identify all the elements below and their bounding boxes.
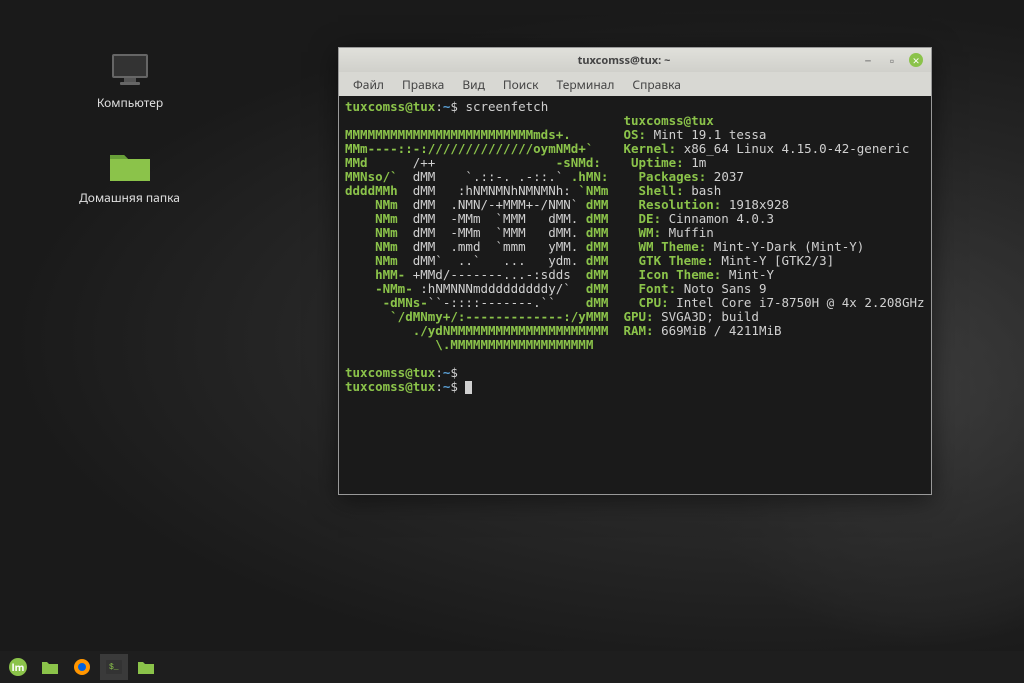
menubar: Файл Правка Вид Поиск Терминал Справка	[339, 72, 931, 96]
svg-text:$_: $_	[109, 663, 119, 672]
taskbar: lm $_	[0, 651, 1024, 683]
folder-icon	[136, 658, 156, 676]
minimize-button[interactable]: −	[861, 53, 875, 67]
terminal-output[interactable]: tuxcomss@tux:~$ screenfetch tuxcomss@tux…	[339, 96, 931, 494]
maximize-button[interactable]: ▫	[885, 53, 899, 67]
menu-help[interactable]: Справка	[624, 74, 689, 95]
taskbar-files2-button[interactable]	[132, 654, 160, 680]
monitor-icon	[106, 50, 154, 90]
desktop-icon-label: Компьютер	[97, 94, 163, 111]
taskbar-menu-button[interactable]: lm	[4, 654, 32, 680]
titlebar[interactable]: tuxcomss@tux: ~ − ▫ ×	[339, 48, 931, 72]
svg-text:lm: lm	[12, 660, 25, 674]
desktop-icon-home[interactable]: Домашняя папка	[72, 145, 187, 206]
taskbar-files-button[interactable]	[36, 654, 64, 680]
cursor	[465, 381, 472, 394]
menu-terminal[interactable]: Терминал	[549, 74, 623, 95]
terminal-window: tuxcomss@tux: ~ − ▫ × Файл Правка Вид По…	[338, 47, 932, 495]
desktop-icon-computer[interactable]: Компьютер	[85, 50, 175, 111]
mint-logo-icon: lm	[8, 657, 28, 677]
menu-view[interactable]: Вид	[454, 74, 493, 95]
folder-icon	[106, 145, 154, 185]
firefox-icon	[72, 657, 92, 677]
close-button[interactable]: ×	[909, 53, 923, 67]
taskbar-firefox-button[interactable]	[68, 654, 96, 680]
window-title: tuxcomss@tux: ~	[387, 53, 861, 68]
taskbar-terminal-button[interactable]: $_	[100, 654, 128, 680]
menu-file[interactable]: Файл	[345, 74, 392, 95]
folder-icon	[40, 658, 60, 676]
menu-search[interactable]: Поиск	[495, 74, 547, 95]
desktop-icon-label: Домашняя папка	[79, 189, 180, 206]
menu-edit[interactable]: Правка	[394, 74, 452, 95]
terminal-icon: $_	[104, 658, 124, 676]
